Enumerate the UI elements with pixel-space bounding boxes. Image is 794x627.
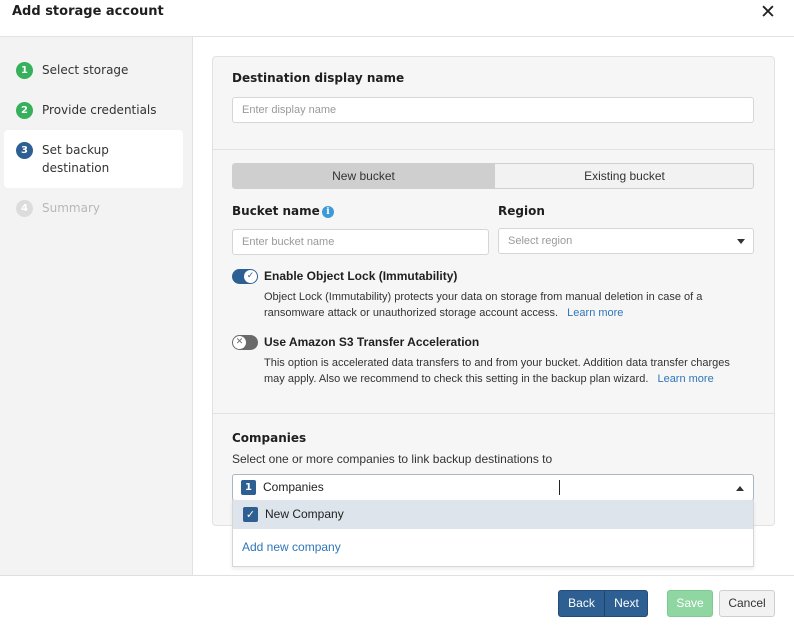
step-number-badge: 4 xyxy=(16,200,33,217)
step-number-badge: 1 xyxy=(16,62,33,79)
check-icon: ✓ xyxy=(244,270,257,283)
company-option-label: New Company xyxy=(265,507,344,521)
wizard-nav-group: Back Next xyxy=(558,590,648,617)
bucket-name-input[interactable]: Enter bucket name xyxy=(232,229,489,255)
selected-count-badge: 1 xyxy=(241,480,256,495)
object-lock-learn-more-link[interactable]: Learn more xyxy=(567,307,623,319)
destination-name-label: Destination display name xyxy=(232,71,405,85)
bucket-name-label: Bucket name xyxy=(232,204,320,218)
object-lock-desc-text: ransomware attack or unauthorized storag… xyxy=(264,307,559,319)
object-lock-desc-line2: ransomware attack or unauthorized storag… xyxy=(264,305,623,321)
region-select-placeholder: Select region xyxy=(508,235,573,247)
dialog-footer: Back Next Save Cancel xyxy=(0,575,794,627)
step-provide-credentials[interactable]: 2 Provide credentials xyxy=(4,95,183,125)
transfer-acceleration-learn-more-link[interactable]: Learn more xyxy=(657,373,713,385)
step-number-badge: 2 xyxy=(16,102,33,119)
step-label: Set backup xyxy=(42,143,109,157)
companies-dropdown-list: ✓ New Company Add new company xyxy=(232,500,754,567)
step-number-badge: 3 xyxy=(16,142,33,159)
transfer-acceleration-desc-line2: may apply. Also we recommend to check th… xyxy=(264,371,714,387)
step-select-storage[interactable]: 1 Select storage xyxy=(4,55,183,85)
text-cursor xyxy=(559,480,560,495)
save-button[interactable]: Save xyxy=(667,590,713,617)
add-new-company-link[interactable]: Add new company xyxy=(242,540,341,554)
companies-label: Companies xyxy=(232,431,307,445)
object-lock-toggle[interactable]: ✓ xyxy=(232,269,258,284)
x-icon: ✕ xyxy=(233,336,246,349)
region-label: Region xyxy=(498,204,545,218)
companies-multiselect-value: Companies xyxy=(263,480,324,494)
back-button[interactable]: Back xyxy=(559,591,604,616)
section-divider xyxy=(212,149,775,150)
info-icon[interactable]: i xyxy=(322,206,334,218)
chevron-down-icon xyxy=(737,239,745,244)
checkbox-checked-icon[interactable]: ✓ xyxy=(243,507,258,522)
step-label: Provide credentials xyxy=(42,103,157,117)
next-button[interactable]: Next xyxy=(604,591,649,616)
chevron-up-icon xyxy=(736,486,744,491)
companies-multiselect[interactable]: 1 Companies xyxy=(232,474,754,501)
step-set-backup-destination[interactable]: 3 Set backup destination xyxy=(4,130,183,188)
wizard-steps-sidebar: 1 Select storage 2 Provide credentials 3… xyxy=(0,37,193,575)
dialog-header: Add storage account ✕ xyxy=(0,0,794,37)
new-bucket-tab[interactable]: New bucket xyxy=(233,164,494,188)
company-option-new-company[interactable]: ✓ New Company xyxy=(233,500,753,529)
existing-bucket-tab[interactable]: Existing bucket xyxy=(494,164,753,188)
object-lock-title: Enable Object Lock (Immutability) xyxy=(264,269,458,283)
step-label: Summary xyxy=(42,201,100,215)
region-select[interactable]: Select region xyxy=(498,228,754,254)
step-summary: 4 Summary xyxy=(4,195,183,225)
bucket-mode-toggle: New bucket Existing bucket xyxy=(232,163,754,189)
step-label: Select storage xyxy=(42,63,129,77)
transfer-acceleration-toggle[interactable]: ✕ xyxy=(232,335,258,350)
transfer-acceleration-desc-text: may apply. Also we recommend to check th… xyxy=(264,373,649,385)
step-label: destination xyxy=(42,161,110,175)
companies-description: Select one or more companies to link bac… xyxy=(232,452,553,466)
dialog-title: Add storage account xyxy=(12,4,164,19)
destination-name-input[interactable]: Enter display name xyxy=(232,97,754,123)
transfer-acceleration-title: Use Amazon S3 Transfer Acceleration xyxy=(264,335,480,349)
section-divider xyxy=(212,413,775,414)
cancel-button[interactable]: Cancel xyxy=(719,590,775,617)
transfer-acceleration-desc-line1: This option is accelerated data transfer… xyxy=(264,357,730,369)
close-icon[interactable]: ✕ xyxy=(760,1,776,23)
object-lock-desc-line1: Object Lock (Immutability) protects your… xyxy=(264,291,703,303)
